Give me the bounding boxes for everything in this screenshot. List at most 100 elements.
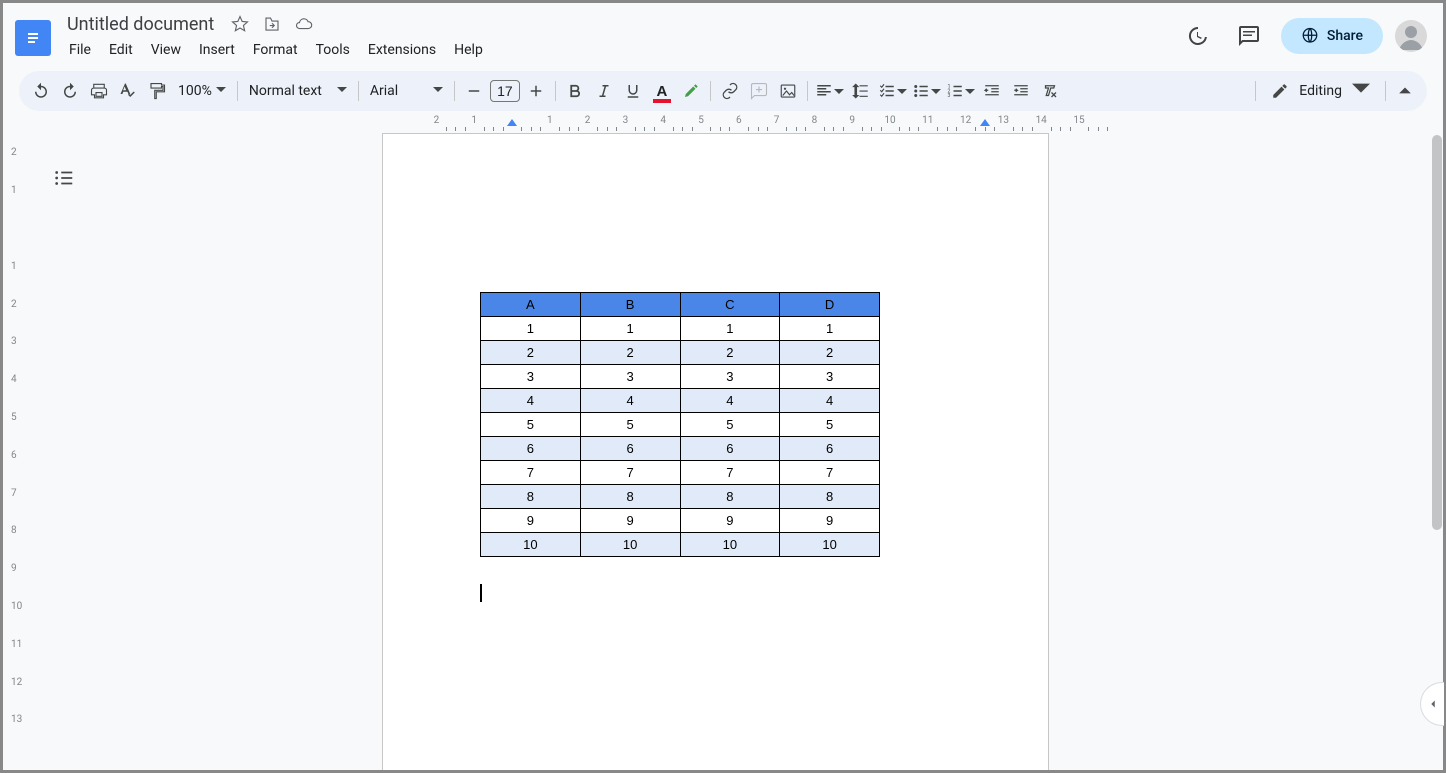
text-color-button[interactable]: A bbox=[648, 77, 676, 105]
page[interactable]: ABCD 11112222333344445555666677778888999… bbox=[382, 133, 1049, 770]
table-header-cell[interactable]: A bbox=[481, 293, 581, 317]
table-cell[interactable]: 5 bbox=[680, 413, 780, 437]
table-cell[interactable]: 6 bbox=[680, 437, 780, 461]
menu-item-tools[interactable]: Tools bbox=[308, 39, 358, 61]
zoom-select[interactable]: 100% bbox=[172, 77, 232, 105]
print-button[interactable] bbox=[85, 77, 113, 105]
menu-item-extensions[interactable]: Extensions bbox=[360, 39, 444, 61]
doc-title[interactable]: Untitled document bbox=[61, 12, 220, 37]
table-cell[interactable]: 6 bbox=[780, 437, 880, 461]
document-scroll[interactable]: ABCD 11112222333344445555666677778888999… bbox=[37, 133, 1443, 770]
undo-button[interactable] bbox=[27, 77, 55, 105]
bulleted-list-button[interactable] bbox=[910, 77, 943, 105]
star-icon[interactable] bbox=[228, 12, 252, 36]
table-cell[interactable]: 2 bbox=[780, 341, 880, 365]
clear-formatting-button[interactable] bbox=[1036, 77, 1064, 105]
style-select[interactable]: Normal text bbox=[243, 77, 353, 105]
table-header-cell[interactable]: C bbox=[680, 293, 780, 317]
add-comment-button[interactable] bbox=[745, 77, 773, 105]
paint-format-button[interactable] bbox=[143, 77, 171, 105]
move-icon[interactable] bbox=[260, 12, 284, 36]
table-cell[interactable]: 8 bbox=[780, 485, 880, 509]
indent-increase-button[interactable] bbox=[1007, 77, 1035, 105]
image-button[interactable] bbox=[774, 77, 802, 105]
table-cell[interactable]: 4 bbox=[780, 389, 880, 413]
table-cell[interactable]: 7 bbox=[780, 461, 880, 485]
table-cell[interactable]: 2 bbox=[680, 341, 780, 365]
table-cell[interactable]: 6 bbox=[580, 437, 680, 461]
table-row[interactable]: 2222 bbox=[481, 341, 880, 365]
table-cell[interactable]: 5 bbox=[580, 413, 680, 437]
table-cell[interactable]: 1 bbox=[680, 317, 780, 341]
highlight-button[interactable] bbox=[677, 77, 705, 105]
font-size-increase-button[interactable] bbox=[522, 77, 550, 105]
link-button[interactable] bbox=[716, 77, 744, 105]
font-select[interactable]: Arial bbox=[364, 77, 449, 105]
avatar[interactable] bbox=[1395, 20, 1427, 52]
table-cell[interactable]: 7 bbox=[680, 461, 780, 485]
table-cell[interactable]: 10 bbox=[780, 533, 880, 557]
table-cell[interactable]: 4 bbox=[680, 389, 780, 413]
docs-logo[interactable] bbox=[15, 20, 51, 56]
table-row[interactable]: 9999 bbox=[481, 509, 880, 533]
vertical-ruler[interactable]: 2112345678910111213 bbox=[3, 133, 37, 770]
table-cell[interactable]: 4 bbox=[481, 389, 581, 413]
table-header-cell[interactable]: D bbox=[780, 293, 880, 317]
indent-marker-right[interactable] bbox=[980, 119, 990, 126]
indent-marker-left[interactable] bbox=[507, 119, 517, 126]
table-cell[interactable]: 8 bbox=[680, 485, 780, 509]
align-button[interactable] bbox=[813, 77, 846, 105]
table-cell[interactable]: 1 bbox=[481, 317, 581, 341]
table-cell[interactable]: 1 bbox=[780, 317, 880, 341]
menu-item-format[interactable]: Format bbox=[245, 39, 306, 61]
menu-item-insert[interactable]: Insert bbox=[191, 39, 243, 61]
table-cell[interactable]: 5 bbox=[780, 413, 880, 437]
table-cell[interactable]: 7 bbox=[481, 461, 581, 485]
outline-button[interactable] bbox=[47, 161, 81, 195]
horizontal-ruler[interactable]: 21123456789101112131415 bbox=[37, 115, 1443, 133]
table-cell[interactable]: 9 bbox=[481, 509, 581, 533]
table-cell[interactable]: 9 bbox=[580, 509, 680, 533]
table-cell[interactable]: 4 bbox=[580, 389, 680, 413]
menu-item-file[interactable]: File bbox=[61, 39, 99, 61]
spellcheck-button[interactable] bbox=[114, 77, 142, 105]
italic-button[interactable] bbox=[590, 77, 618, 105]
table-header-cell[interactable]: B bbox=[580, 293, 680, 317]
cloud-icon[interactable] bbox=[292, 12, 316, 36]
history-icon[interactable] bbox=[1177, 16, 1217, 56]
checklist-button[interactable] bbox=[876, 77, 909, 105]
table-cell[interactable]: 8 bbox=[580, 485, 680, 509]
table-cell[interactable]: 3 bbox=[580, 365, 680, 389]
table-row[interactable]: 8888 bbox=[481, 485, 880, 509]
bold-button[interactable] bbox=[561, 77, 589, 105]
table-cell[interactable]: 6 bbox=[481, 437, 581, 461]
font-size-decrease-button[interactable] bbox=[460, 77, 488, 105]
table-cell[interactable]: 1 bbox=[580, 317, 680, 341]
indent-decrease-button[interactable] bbox=[978, 77, 1006, 105]
editing-mode-button[interactable]: Editing bbox=[1261, 77, 1380, 105]
table-cell[interactable]: 3 bbox=[680, 365, 780, 389]
table-row[interactable]: 7777 bbox=[481, 461, 880, 485]
table-cell[interactable]: 8 bbox=[481, 485, 581, 509]
table-cell[interactable]: 3 bbox=[481, 365, 581, 389]
table-row[interactable]: 3333 bbox=[481, 365, 880, 389]
table-cell[interactable]: 9 bbox=[680, 509, 780, 533]
comments-icon[interactable] bbox=[1229, 16, 1269, 56]
scrollbar-thumb[interactable] bbox=[1432, 135, 1442, 530]
table-cell[interactable]: 10 bbox=[481, 533, 581, 557]
underline-button[interactable] bbox=[619, 77, 647, 105]
share-button[interactable]: Share bbox=[1281, 18, 1383, 54]
table-row[interactable]: 5555 bbox=[481, 413, 880, 437]
table-cell[interactable]: 10 bbox=[580, 533, 680, 557]
table-row[interactable]: 4444 bbox=[481, 389, 880, 413]
menu-item-help[interactable]: Help bbox=[446, 39, 491, 61]
table-cell[interactable]: 2 bbox=[580, 341, 680, 365]
table-cell[interactable]: 2 bbox=[481, 341, 581, 365]
table-row[interactable]: 6666 bbox=[481, 437, 880, 461]
menu-item-view[interactable]: View bbox=[143, 39, 189, 61]
doc-table[interactable]: ABCD 11112222333344445555666677778888999… bbox=[480, 292, 880, 557]
table-cell[interactable]: 9 bbox=[780, 509, 880, 533]
collapse-toolbar-button[interactable] bbox=[1391, 77, 1419, 105]
table-cell[interactable]: 7 bbox=[580, 461, 680, 485]
table-cell[interactable]: 3 bbox=[780, 365, 880, 389]
